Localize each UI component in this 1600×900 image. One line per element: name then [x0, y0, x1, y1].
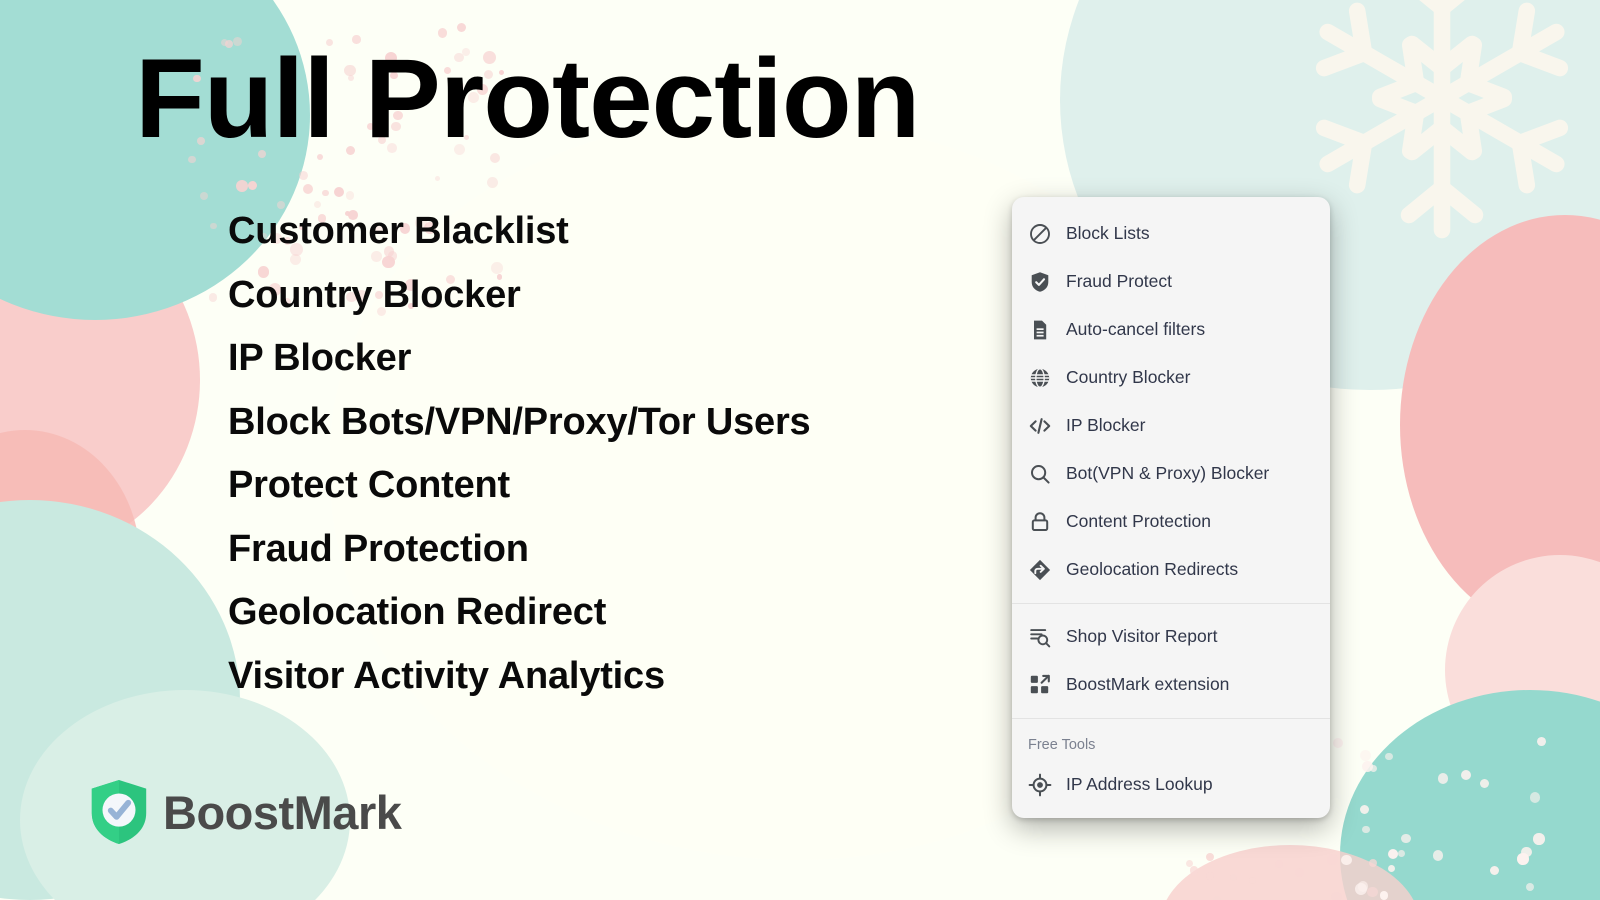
menu-item-geolocation-redirects[interactable]: Geolocation Redirects	[1012, 546, 1330, 594]
blob-pink-top-right	[1400, 215, 1600, 635]
diamond-arrow-icon	[1028, 558, 1052, 582]
feature-item: Protect Content	[228, 464, 511, 506]
blob-pink-left-lower	[0, 430, 140, 690]
menu-item-ip-blocker[interactable]: IP Blocker	[1012, 402, 1330, 450]
menu-item-label: IP Address Lookup	[1066, 773, 1213, 794]
menu-item-label: IP Blocker	[1066, 415, 1146, 436]
report-search-icon	[1028, 625, 1052, 649]
dot-pattern-bottom-right	[1330, 735, 1550, 900]
menu-item-ip-address-lookup[interactable]: IP Address Lookup	[1012, 761, 1330, 809]
code-brackets-icon	[1028, 414, 1052, 438]
crosshair-icon	[1028, 773, 1052, 797]
menu-item-label: Country Blocker	[1066, 367, 1191, 388]
menu-item-label: BoostMark extension	[1066, 674, 1230, 695]
menu-divider	[1012, 718, 1330, 719]
blob-pink-right	[1445, 555, 1600, 785]
menu-section: Free Tools IP Address Lookup	[1012, 725, 1330, 812]
blob-pink-bottom-right	[1160, 845, 1420, 900]
feature-list: Customer Blacklist Country Blocker IP Bloc…	[228, 212, 928, 720]
menu-item-label: Shop Visitor Report	[1066, 626, 1218, 647]
menu-divider	[1012, 603, 1330, 604]
feature-item: Visitor Activity Analytics	[228, 654, 665, 697]
snowflake-icon	[1315, 0, 1569, 239]
dot-pattern-bottom	[1180, 845, 1380, 900]
menu-item-label: Auto-cancel filters	[1066, 319, 1206, 340]
shield-check-icon	[1028, 270, 1052, 294]
shield-check-icon	[91, 779, 147, 845]
feature-item: Block Bots/VPN/Proxy/Tor Users	[228, 400, 811, 443]
menu-item-label: Geolocation Redirects	[1066, 559, 1239, 580]
grid-external-link-icon	[1028, 673, 1052, 697]
feature-item: Fraud Protection	[228, 527, 529, 570]
brand-name: BoostMark	[163, 785, 402, 839]
menu-section: Block Lists Fraud Protect Auto-cancel filt…	[1012, 207, 1330, 597]
menu-item-boostmark-extension[interactable]: BoostMark extension	[1012, 661, 1330, 709]
blob-pink-left	[0, 205, 200, 555]
menu-item-label: Fraud Protect	[1066, 271, 1173, 292]
document-icon	[1028, 318, 1052, 342]
menu-item-label: Content Protection	[1066, 511, 1211, 532]
feature-item: IP Blocker	[228, 337, 412, 379]
app-menu-panel[interactable]: Block Lists Fraud Protect Auto-cancel filt…	[1012, 197, 1330, 818]
menu-item-country-blocker[interactable]: Country Blocker	[1012, 354, 1330, 402]
menu-item-block-lists[interactable]: Block Lists	[1012, 210, 1330, 258]
feature-item: Customer Blacklist	[228, 210, 569, 252]
menu-item-content-protection[interactable]: Content Protection	[1012, 498, 1330, 546]
menu-item-shop-visitor-report[interactable]: Shop Visitor Report	[1012, 613, 1330, 661]
menu-item-label: Bot(VPN & Proxy) Blocker	[1066, 463, 1270, 484]
menu-item-label: Block Lists	[1066, 223, 1150, 244]
blob-teal-left	[0, 150, 120, 480]
feature-item: Country Blocker	[228, 273, 521, 316]
page-title: Full Protection	[135, 36, 920, 161]
menu-item-bot-vpn-proxy-blocker[interactable]: Bot(VPN & Proxy) Blocker	[1012, 450, 1330, 498]
slide-canvas: Full Protection Customer Blacklist Countr…	[0, 0, 1600, 900]
feature-item: Geolocation Redirect	[228, 591, 607, 633]
menu-item-auto-cancel-filters[interactable]: Auto-cancel filters	[1012, 306, 1330, 354]
globe-icon	[1028, 366, 1052, 390]
blob-teal-bottom-right	[1340, 690, 1600, 900]
search-icon	[1028, 462, 1052, 486]
menu-section: Shop Visitor Report BoostMark extension	[1012, 610, 1330, 712]
menu-section-header: Free Tools	[1028, 737, 1096, 753]
menu-item-fraud-protect[interactable]: Fraud Protect	[1012, 258, 1330, 306]
brand-logo: BoostMark	[88, 778, 402, 846]
lock-icon	[1028, 510, 1052, 534]
block-circle-icon	[1028, 222, 1052, 246]
